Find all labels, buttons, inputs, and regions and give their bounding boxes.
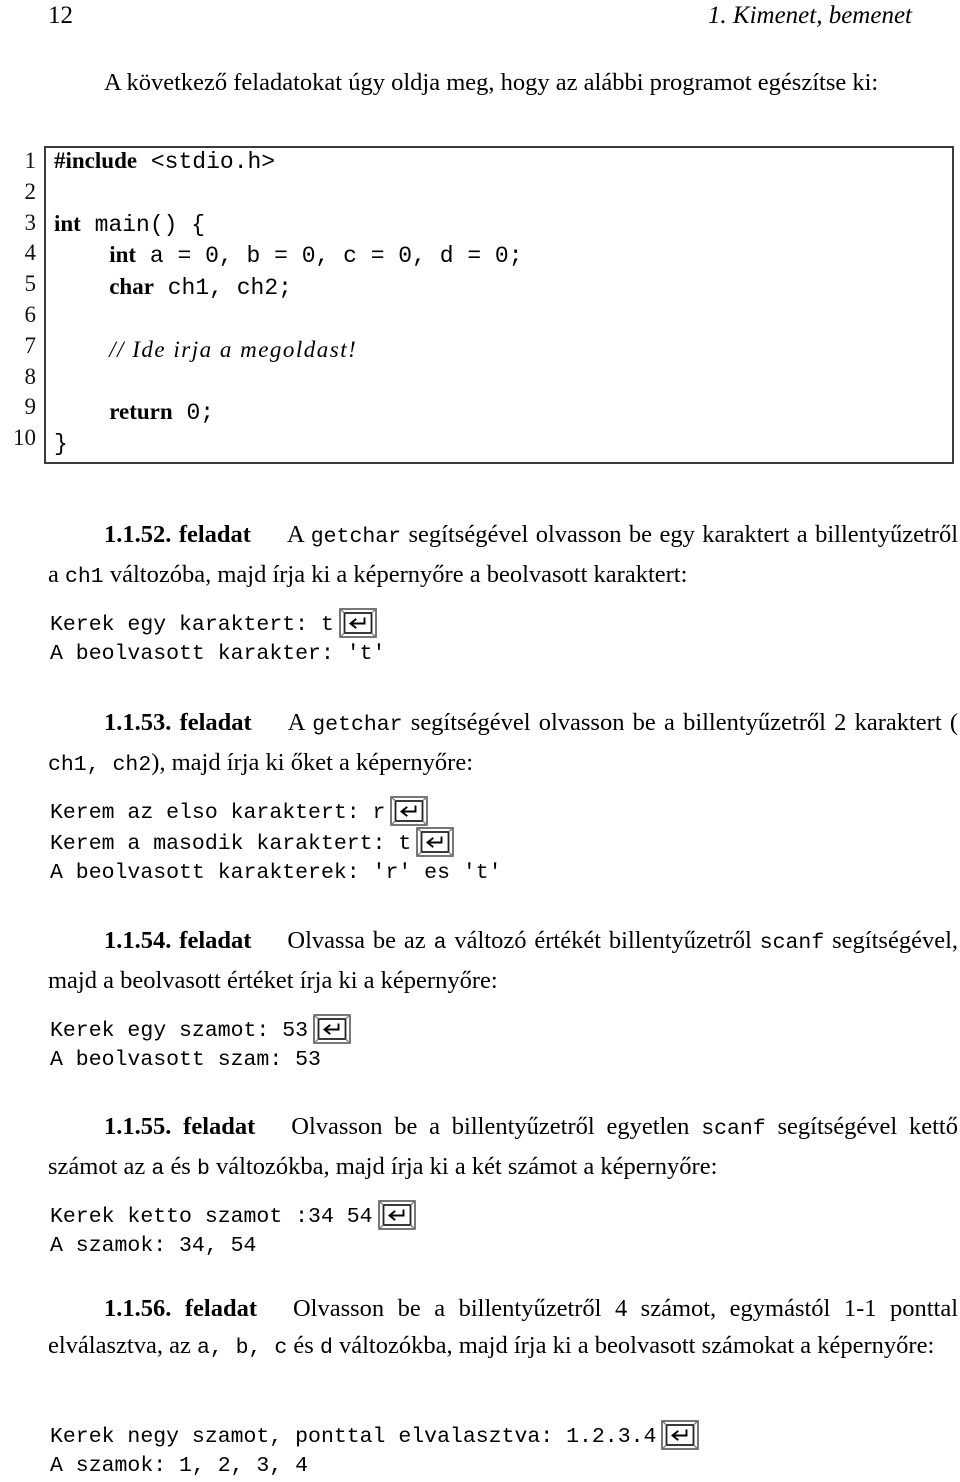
exercise-text: A	[286, 521, 311, 548]
exercise-text: változó értékét billentyűzetről	[446, 927, 760, 954]
inline-code: a	[151, 1157, 165, 1181]
terminal-sample: Kerek egy karaktert: t A beolvasott karak…	[50, 608, 385, 670]
terminal-text: Kerem a masodik karaktert: t	[50, 832, 412, 856]
enter-key-icon	[313, 1014, 351, 1044]
code-line: int a = 0, b = 0, c = 0, d = 0;	[109, 242, 523, 270]
terminal-text: A beolvasott szam: 53	[50, 1048, 321, 1072]
terminal-line: A szamok: 34, 54	[50, 1231, 416, 1262]
terminal-sample: Kerek negy szamot, ponttal elvalasztva: …	[50, 1420, 700, 1482]
enter-key-icon	[377, 1200, 416, 1230]
terminal-text: Kerek negy szamot, ponttal elvalasztva: …	[50, 1425, 657, 1449]
terminal-text: Kerem az elso karaktert: r	[50, 801, 386, 825]
terminal-sample: Kerem az elso karaktert: r Kerem a masodi…	[50, 796, 502, 889]
enter-key-icon	[416, 827, 455, 857]
exercise-text: és	[287, 1332, 320, 1359]
code-line: #include <stdio.h>	[54, 148, 276, 175]
terminal-text: Kerek egy karaktert: t	[50, 613, 334, 637]
code-line: return 0;	[109, 399, 215, 427]
terminal-text: Kerek ketto szamot :34 54	[50, 1205, 373, 1229]
exercise-text: változókba, majd írja ki a két számot a …	[209, 1153, 718, 1180]
code-line-number: 1	[24, 148, 37, 173]
code-line-number: 7	[24, 332, 37, 358]
terminal-line: A beolvasott karakterek: ʹrʹ es ʹtʹ	[50, 858, 502, 889]
exercise-paragraph: 1.1.54. feladat Olvassa be az a változó é…	[48, 922, 958, 999]
running-head: 12 1. Kimenet, bemenet	[48, 2, 912, 32]
enter-key-icon	[661, 1420, 700, 1450]
exercise-text: változókba, majd írja ki a beolvasott sz…	[332, 1332, 935, 1359]
inline-code: b	[196, 1157, 210, 1181]
code-line: int main() {	[54, 210, 206, 238]
code-line-number: 6	[24, 301, 37, 327]
exercise-paragraph: 1.1.52. feladat A getchar segítségével ol…	[48, 516, 958, 596]
inline-code: a, b, c	[196, 1336, 288, 1360]
terminal-line: A beolvasott szam: 53	[50, 1045, 351, 1076]
exercise-number: 1.1.56.	[104, 1295, 172, 1322]
chapter-title: 1. Kimenet, bemenet	[707, 2, 912, 29]
exercise-text: és	[164, 1153, 197, 1180]
terminal-text: A szamok: 34, 54	[50, 1234, 257, 1258]
exercise-label: feladat	[178, 521, 251, 548]
inline-code: getchar	[312, 713, 403, 737]
exercise-label: feladat	[179, 709, 252, 736]
terminal-text: Kerek egy szamot: 53	[50, 1019, 309, 1043]
code-line: // Ide irja a megoldast!	[109, 336, 358, 362]
inline-code: scanf	[759, 931, 825, 955]
exercise-paragraph: 1.1.53. feladat A getchar segítségével ol…	[48, 704, 958, 784]
exercise-text: segítségével olvasson be a billentyűzetr…	[402, 709, 958, 736]
document-page: 12 1. Kimenet, bemenet A következő felad…	[0, 0, 960, 1480]
code-line: }	[54, 431, 68, 458]
code-line-number: 3	[24, 209, 37, 235]
exercise-paragraph: 1.1.56. feladat Olvasson be a billentyűze…	[48, 1290, 958, 1367]
terminal-line: Kerem az elso karaktert: r	[50, 796, 502, 827]
exercise-number: 1.1.55.	[104, 1113, 172, 1140]
terminal-line: Kerek negy szamot, ponttal elvalasztva: …	[50, 1420, 700, 1451]
code-listing-body: #include <stdio.h> int main() { int a = …	[54, 146, 523, 460]
intro-paragraph: A következő feladatokat úgy oldja meg, h…	[104, 69, 879, 96]
exercise-paragraph: 1.1.55. feladat Olvasson be a billentyűze…	[48, 1108, 958, 1188]
enter-key-icon	[339, 608, 377, 638]
exercise-label: feladat	[184, 1295, 257, 1322]
code-line-numbers: 1 2 3 4 5 6 7 8 9 10	[0, 146, 36, 454]
enter-key-icon	[390, 796, 429, 826]
exercise-number: 1.1.52.	[104, 521, 172, 548]
exercise-number: 1.1.53.	[104, 709, 172, 736]
code-line-number: 9	[24, 394, 37, 420]
code-line-number: 10	[13, 425, 36, 451]
terminal-text: A beolvasott karakter: ʹtʹ	[50, 642, 386, 666]
terminal-text: A szamok: 1, 2, 3, 4	[50, 1454, 309, 1478]
exercise-label: feladat	[183, 1113, 256, 1140]
exercise-number: 1.1.54.	[104, 927, 172, 954]
terminal-line: Kerek egy szamot: 53	[50, 1014, 351, 1045]
code-line-number: 8	[24, 363, 37, 389]
terminal-sample: Kerek ketto szamot :34 54 A szamok: 34, 5…	[50, 1200, 416, 1262]
exercise-text: ), majd írja ki őket a képernyőre:	[151, 749, 473, 776]
terminal-line: Kerek ketto szamot :34 54	[50, 1200, 416, 1231]
terminal-sample: Kerek egy szamot: 53 A beolvasott szam: 5…	[50, 1014, 351, 1076]
exercise-text: Olvasson be a billentyűzetről egyetlen	[291, 1113, 702, 1140]
code-line-number: 2	[24, 178, 37, 204]
terminal-line: A szamok: 1, 2, 3, 4	[50, 1451, 699, 1482]
terminal-line: Kerek egy karaktert: t	[50, 608, 385, 639]
exercise-text: A	[287, 709, 313, 736]
inline-code: ch1, ch2	[48, 753, 152, 777]
code-line: char ch1, ch2;	[109, 274, 292, 302]
exercise-text: változóba, majd írja ki a képernyőre a b…	[103, 561, 688, 588]
terminal-text: A beolvasott karakterek: ʹrʹ es ʹtʹ	[50, 861, 502, 885]
code-line-number: 5	[24, 271, 37, 297]
inline-code: getchar	[310, 525, 402, 549]
inline-code: scanf	[701, 1117, 766, 1141]
terminal-line: A beolvasott karakter: ʹtʹ	[50, 639, 385, 670]
terminal-line: Kerem a masodik karaktert: t	[50, 827, 502, 858]
code-line-number: 4	[24, 240, 37, 266]
exercise-label: feladat	[179, 927, 252, 954]
inline-code: d	[319, 1336, 333, 1360]
exercise-text: Olvassa be az	[287, 927, 434, 954]
inline-code: a	[433, 931, 447, 955]
page-number: 12	[48, 2, 73, 29]
inline-code: ch1	[65, 565, 104, 589]
